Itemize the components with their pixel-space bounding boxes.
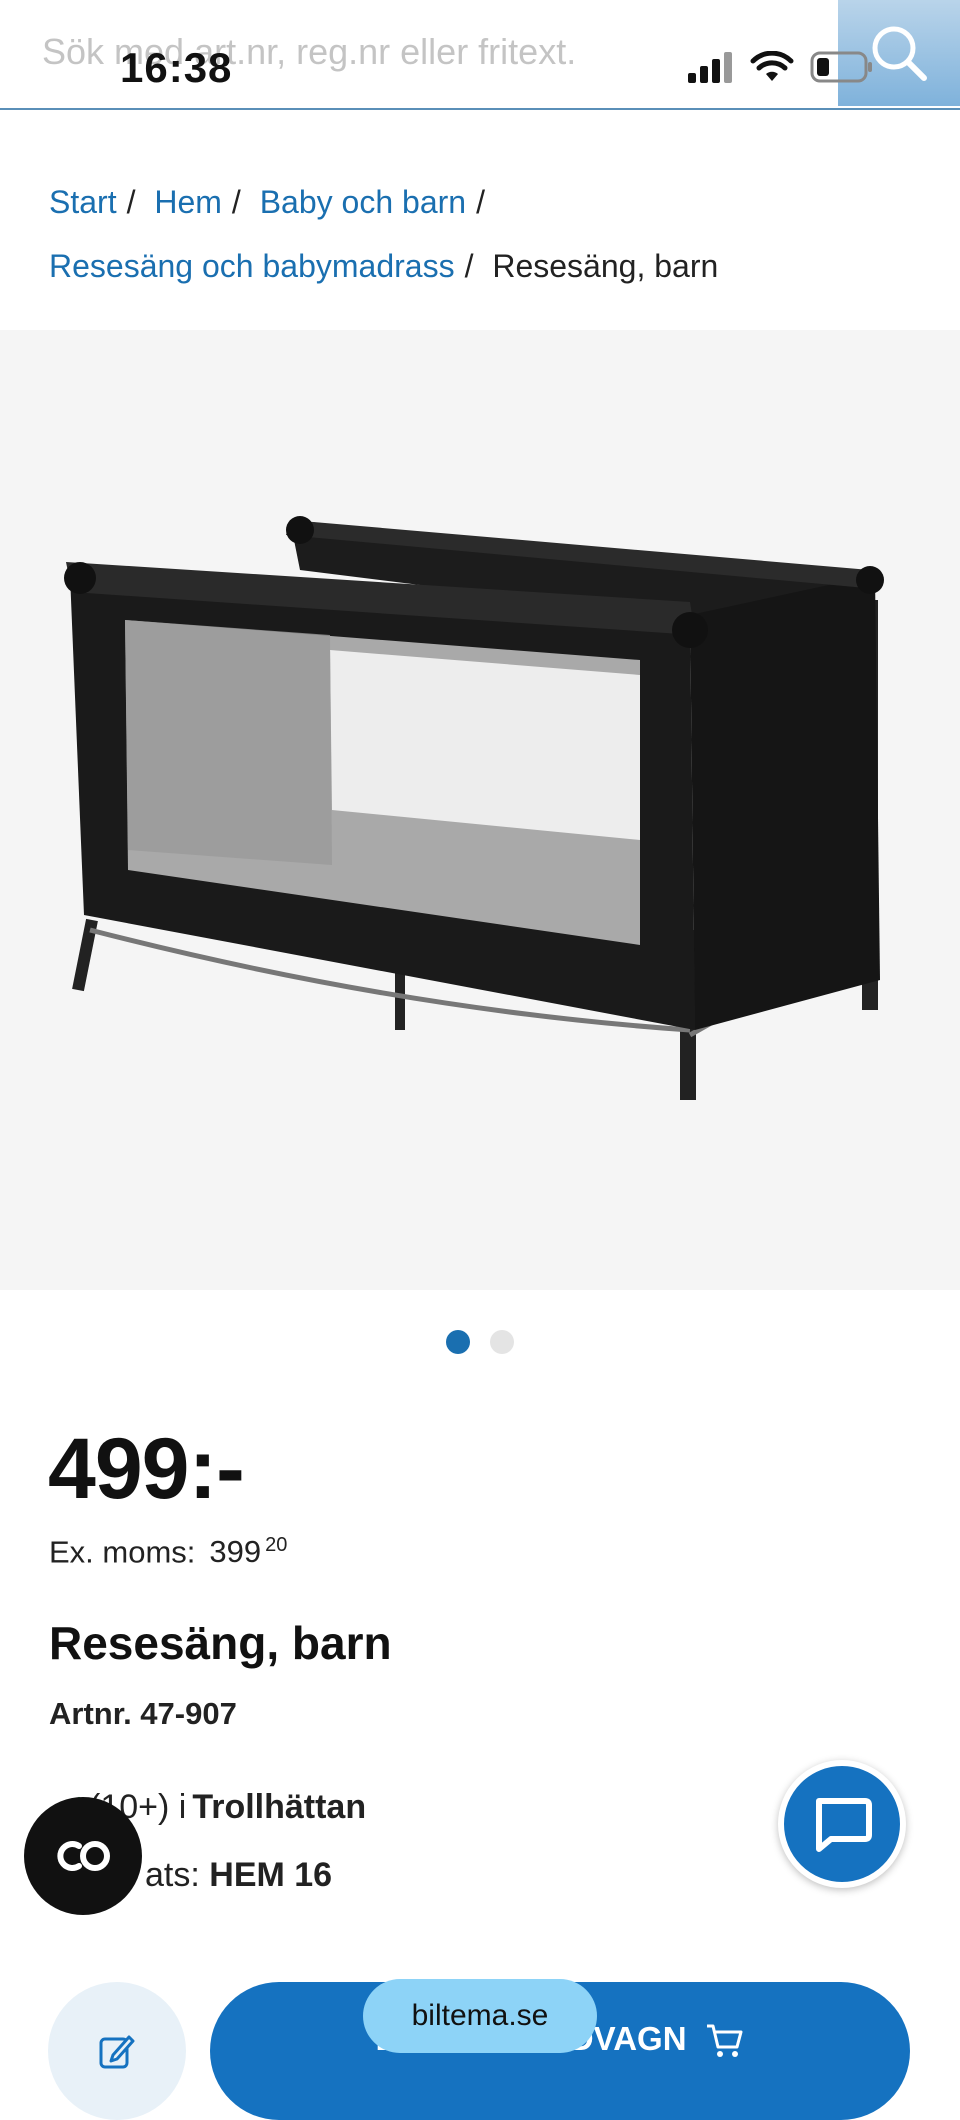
- breadcrumb-link-resesang-och-babymadrass[interactable]: Resesäng och babymadrass: [49, 248, 455, 284]
- battery-icon: [810, 51, 872, 83]
- wifi-icon: [750, 51, 794, 81]
- shelf-location-value: HEM 16: [209, 1856, 333, 1894]
- breadcrumb: Start / Hem / Baby och barn / Resesäng och …: [49, 170, 929, 298]
- article-number: Artnr. 47-907: [49, 1696, 237, 1731]
- chat-icon: [816, 1798, 872, 1852]
- note-button[interactable]: [48, 1982, 186, 2120]
- product-price: 499:-: [48, 1421, 245, 1517]
- co-button[interactable]: [24, 1797, 142, 1915]
- signal-icon: [688, 52, 732, 83]
- ex-vat-label: Ex. moms:: [49, 1534, 196, 1570]
- carousel-dots: [0, 1330, 960, 1354]
- product-title: Resesäng, barn: [49, 1617, 392, 1669]
- stock-store: Trollhättan: [192, 1788, 367, 1826]
- carousel-dot-2[interactable]: [490, 1330, 514, 1354]
- status-icons: [686, 50, 874, 84]
- chat-button[interactable]: [778, 1760, 906, 1888]
- browser-url-pill[interactable]: biltema.se: [363, 1979, 597, 2053]
- breadcrumb-separator: /: [231, 184, 241, 220]
- ex-vat-value: 399: [209, 1534, 262, 1570]
- breadcrumb-separator: /: [476, 184, 485, 220]
- breadcrumb-link-baby-och-barn[interactable]: Baby och barn: [260, 184, 466, 220]
- breadcrumb-separator: /: [126, 184, 136, 220]
- breadcrumb-current: Resesäng, barn: [492, 248, 719, 284]
- cart-icon: [706, 2024, 743, 2057]
- search-icon: [872, 26, 927, 81]
- edit-icon: [99, 2035, 135, 2069]
- ex-vat-cents: 20: [265, 1534, 288, 1556]
- breadcrumb-link-start[interactable]: Start: [49, 184, 117, 220]
- product-image-carousel[interactable]: [0, 330, 960, 1290]
- status-time: 16:38: [120, 44, 233, 91]
- breadcrumb-separator: /: [464, 248, 474, 284]
- product-image-travel-cot: [64, 516, 884, 1100]
- carousel-dot-1[interactable]: [446, 1330, 470, 1354]
- breadcrumb-link-hem[interactable]: Hem: [154, 184, 222, 220]
- co-icon: [57, 1841, 110, 1871]
- shelf-location-label: ats:: [145, 1856, 200, 1894]
- price-ex-vat: Ex. moms: 399 20: [49, 1534, 287, 1570]
